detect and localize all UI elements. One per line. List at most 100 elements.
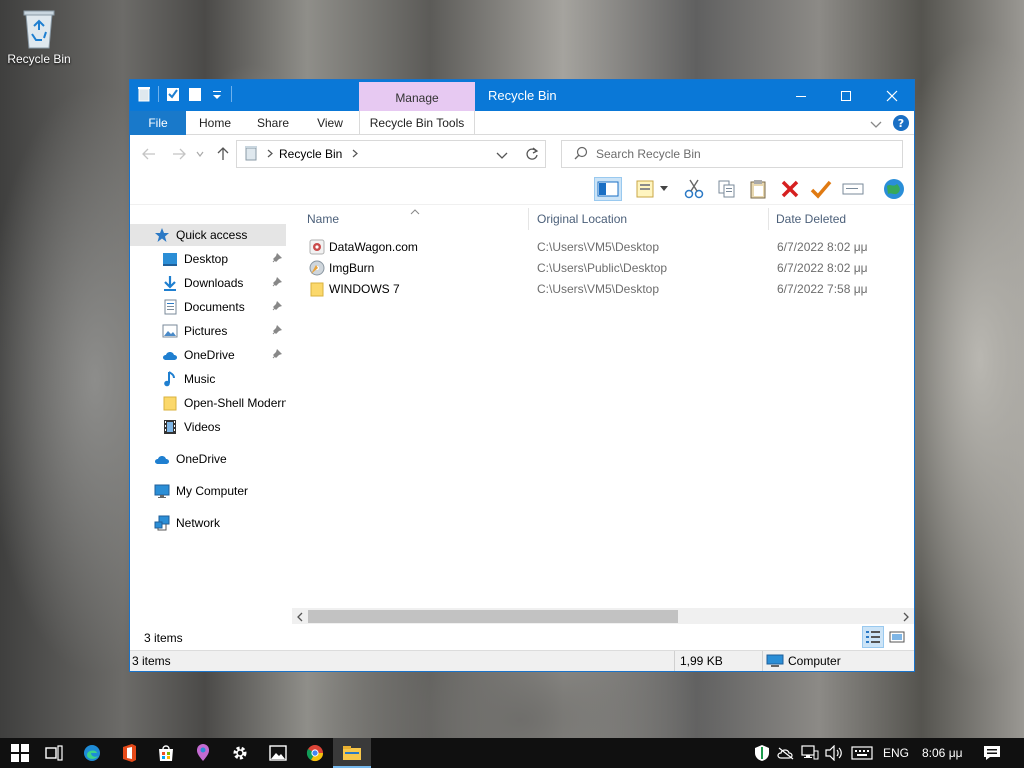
nav-network[interactable]: Network [130,512,286,534]
expand-ribbon-icon[interactable] [870,118,882,132]
pin-icon[interactable] [271,252,283,267]
nav-onedrive[interactable]: OneDrive [130,448,286,470]
checkmark-icon[interactable] [807,177,835,201]
music-note-icon [162,371,178,387]
edge-browser-icon[interactable] [82,743,102,763]
maximize-button[interactable] [823,80,869,111]
file-date-deleted: 6/7/2022 8:02 μμ [777,261,868,275]
large-icons-view-button[interactable] [886,626,908,648]
action-center-icon[interactable] [982,743,1002,763]
chrome-icon[interactable] [305,743,325,763]
up-button[interactable] [214,146,232,162]
nav-item-label: Downloads [184,276,244,290]
close-button[interactable] [869,80,914,111]
scroll-left-icon[interactable] [296,611,304,625]
table-row[interactable]: DataWagon.com C:\Users\VM5\Desktop 6/7/2… [292,237,914,258]
nav-item-music[interactable]: Music [130,368,286,390]
volume-icon[interactable] [824,743,844,763]
breadcrumb-chevron-icon[interactable] [352,147,359,161]
qat-separator [158,86,159,102]
horizontal-scrollbar[interactable] [292,608,914,625]
nav-my-computer[interactable]: My Computer [130,480,286,502]
nav-item-pictures[interactable]: Pictures [130,320,286,342]
documents-icon [162,299,178,315]
globe-icon[interactable] [880,177,908,201]
file-explorer-icon[interactable] [333,738,371,768]
address-dropdown-icon[interactable] [496,149,508,163]
new-folder-icon[interactable] [187,86,203,102]
table-row[interactable]: ImgBurn C:\Users\Public\Desktop 6/7/2022… [292,258,914,279]
nav-item-label: Documents [184,300,245,314]
recent-locations-icon[interactable] [194,146,206,162]
security-shield-icon[interactable] [752,743,772,763]
nav-item-open-shell[interactable]: Open-Shell Modern [130,392,286,414]
svg-text:?: ? [898,117,904,130]
pictures-icon [162,323,178,339]
minimize-button[interactable] [778,80,824,111]
imgburn-icon [309,260,325,276]
column-header-name[interactable]: Name [292,206,528,232]
tab-file[interactable]: File [130,111,186,135]
breadcrumb-recycle-bin[interactable]: Recycle Bin [279,147,342,161]
file-name: WINDOWS 7 [329,282,400,296]
search-input[interactable]: Search Recycle Bin [596,147,701,161]
delete-icon[interactable] [776,177,804,201]
desktop-recycle-bin[interactable]: Recycle Bin [6,8,72,66]
pin-icon[interactable] [271,276,283,291]
column-header-original-location[interactable]: Original Location [522,206,762,232]
tab-view[interactable]: View [304,111,356,135]
paste-icon[interactable] [744,177,772,201]
nav-item-desktop[interactable]: Desktop [130,248,286,270]
table-row[interactable]: WINDOWS 7 C:\Users\VM5\Desktop 6/7/2022 … [292,279,914,300]
recycle-bin-small-icon[interactable] [136,86,152,102]
view-dropdown-icon[interactable] [656,177,672,201]
scroll-right-icon[interactable] [902,611,910,625]
photos-icon[interactable] [268,743,288,763]
help-icon[interactable]: ? [892,114,910,135]
forward-button[interactable] [170,146,188,162]
manage-contextual-tab[interactable]: Manage [359,82,475,111]
cut-icon[interactable] [680,177,708,201]
details-view-button[interactable] [862,626,884,648]
breadcrumb-chevron-icon[interactable] [267,147,273,161]
refresh-button[interactable] [518,140,546,168]
tab-home[interactable]: Home [188,111,242,135]
title-bar[interactable]: Manage Recycle Bin [130,80,914,111]
start-button-windows-icon[interactable] [10,743,30,763]
clock[interactable]: 8:06 μμ [922,746,963,760]
content-area: Quick access Desktop Downloads Documents… [130,206,914,625]
network-tray-icon[interactable] [800,743,820,763]
office-icon[interactable] [119,743,139,763]
search-box[interactable]: Search Recycle Bin [561,140,903,168]
status-size: 1,99 KB [680,654,723,668]
pin-icon[interactable] [271,324,283,339]
file-original-location: C:\Users\VM5\Desktop [537,282,660,296]
back-button[interactable] [140,146,158,162]
store-icon[interactable] [156,743,176,763]
qat-dropdown-icon[interactable] [209,86,225,102]
copy-icon[interactable] [713,177,741,201]
tab-share[interactable]: Share [243,111,303,135]
properties-icon[interactable] [165,86,181,102]
rename-icon[interactable] [839,177,867,201]
nav-item-onedrive-pinned[interactable]: OneDrive [130,344,286,366]
address-bar-row: Recycle Bin Search Recycle Bin [130,135,914,173]
task-view-icon[interactable] [44,743,64,763]
pin-icon[interactable] [271,348,283,363]
column-header-date-deleted[interactable]: Date Deleted [761,206,911,232]
maps-pin-icon[interactable] [193,743,213,763]
onedrive-tray-icon[interactable] [776,743,796,763]
preview-pane-button[interactable] [594,177,622,201]
nav-item-videos[interactable]: Videos [130,416,286,438]
touch-keyboard-icon[interactable] [850,743,874,763]
scrollbar-thumb[interactable] [308,610,678,623]
nav-item-downloads[interactable]: Downloads [130,272,286,294]
nav-item-documents[interactable]: Documents [130,296,286,318]
tab-recycle-bin-tools[interactable]: Recycle Bin Tools [359,111,475,135]
nav-quick-access[interactable]: Quick access [130,224,286,246]
nav-item-label: Music [184,372,216,386]
settings-gear-icon[interactable] [230,743,250,763]
pin-icon[interactable] [271,300,283,315]
computer-icon [154,483,170,499]
input-language[interactable]: ENG [883,746,909,760]
